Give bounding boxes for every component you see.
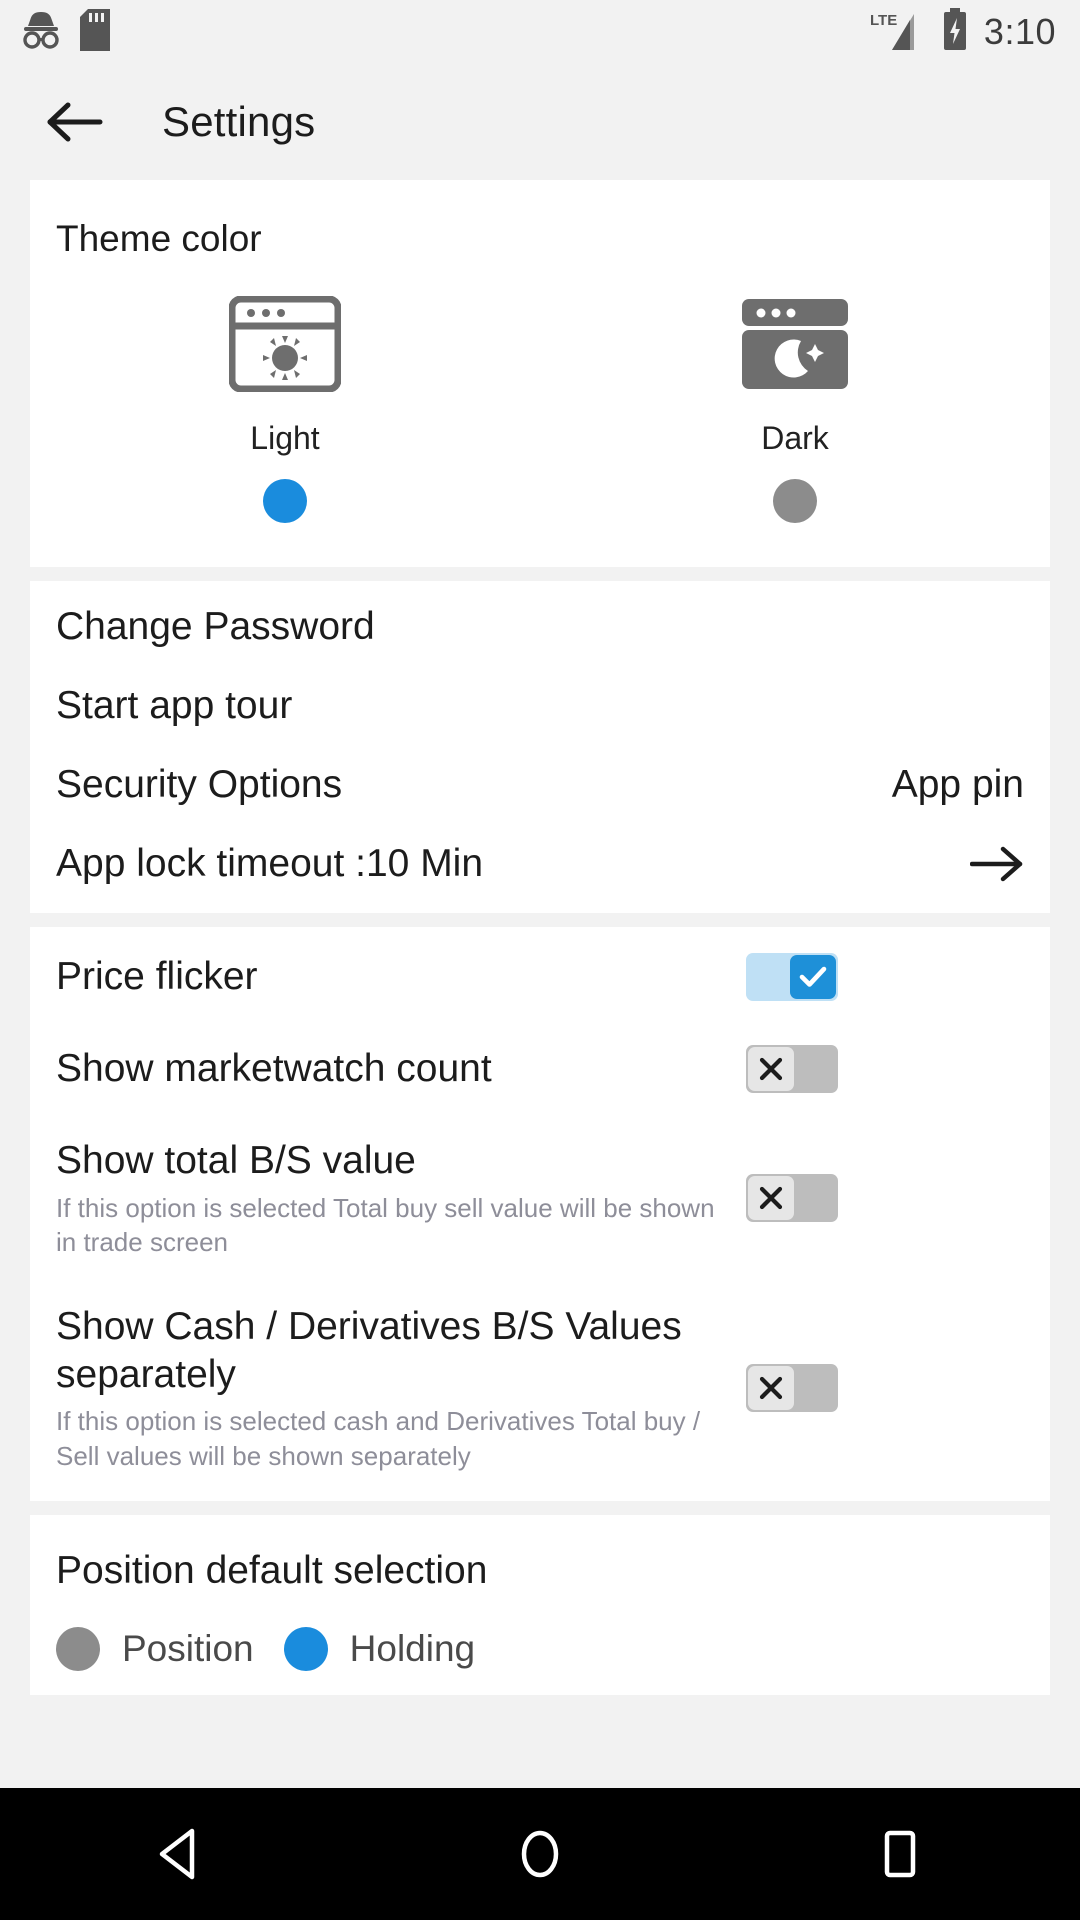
toggle-row-price-flicker[interactable]: Price flicker xyxy=(30,931,1050,1023)
settings-screen: LTE 3:10 Settings Theme color Light Dark… xyxy=(0,0,1080,1920)
toggle-show-cash-derivatives-bs-values[interactable] xyxy=(746,1364,838,1413)
lte-signal-icon: LTE xyxy=(870,10,932,54)
position-radio-position[interactable] xyxy=(56,1626,100,1671)
list-item-label: Start app tour xyxy=(56,683,293,727)
toggle-show-marketwatch-count[interactable] xyxy=(746,1045,838,1093)
check-icon xyxy=(790,955,836,999)
recents-nav-button[interactable] xyxy=(820,1804,980,1904)
toggle-row-show-marketwatch-count[interactable]: Show marketwatch count xyxy=(30,1023,1050,1115)
position-default-selection-card: Position default selection Position Hold… xyxy=(30,1514,1050,1695)
close-icon xyxy=(748,1366,794,1411)
theme-option-label: Dark xyxy=(761,420,829,456)
theme-radio-light[interactable] xyxy=(263,479,307,523)
toggle-text-block: Show total B/S value If this option is s… xyxy=(56,1137,746,1259)
battery-charging-icon xyxy=(942,7,968,57)
toggle-title: Show total B/S value xyxy=(56,1139,416,1182)
status-bar-clock: 3:10 xyxy=(983,11,1056,52)
position-option-position[interactable]: Position xyxy=(56,1626,254,1671)
svg-text:LTE: LTE xyxy=(870,12,897,29)
position-default-heading: Position default selection xyxy=(56,1548,488,1592)
chevron-right-arrow-icon xyxy=(970,843,1024,885)
settings-scroll-area[interactable]: Theme color Light Dark Change Password S… xyxy=(0,180,1080,1920)
toggle-subtitle: If this option is selected Total buy sel… xyxy=(56,1192,715,1257)
position-default-options: Position Holding xyxy=(30,1593,1050,1671)
position-option-label: Position xyxy=(122,1627,254,1669)
close-icon xyxy=(748,1047,794,1091)
list-item-security-options[interactable]: Security Options App pin xyxy=(30,745,1050,824)
close-icon xyxy=(748,1176,794,1221)
app-bar: Settings xyxy=(0,64,1080,180)
light-theme-window-icon xyxy=(228,295,342,393)
security-options-value: App pin xyxy=(891,762,1024,806)
square-recents-icon xyxy=(884,1830,916,1878)
theme-option-label: Light xyxy=(250,420,320,456)
list-item-label: Security Options xyxy=(56,762,343,806)
toggle-row-show-total-bs-value[interactable]: Show total B/S value If this option is s… xyxy=(30,1115,1050,1281)
back-nav-button[interactable] xyxy=(100,1804,260,1904)
android-navigation-bar xyxy=(0,1788,1080,1920)
incognito-icon xyxy=(18,10,64,55)
home-nav-button[interactable] xyxy=(460,1804,620,1904)
toggle-subtitle: If this option is selected cash and Deri… xyxy=(56,1406,701,1471)
theme-option-dark[interactable]: Dark xyxy=(540,296,1050,523)
status-bar-right-icons: LTE 3:10 xyxy=(870,7,1056,57)
toggle-row-show-cash-derivatives-bs-values[interactable]: Show Cash / Derivatives B/S Values separ… xyxy=(30,1281,1050,1495)
position-option-holding[interactable]: Holding xyxy=(283,1626,476,1671)
general-settings-card: Change Password Start app tour Security … xyxy=(30,581,1050,913)
toggle-price-flicker[interactable] xyxy=(746,953,838,1001)
display-options-card: Price flicker Show marketwatch count Sho… xyxy=(30,927,1050,1501)
status-bar-left-icons xyxy=(18,8,110,56)
toggle-title: Show Cash / Derivatives B/S Values separ… xyxy=(56,1305,682,1396)
toggle-text-block: Show Cash / Derivatives B/S Values separ… xyxy=(56,1303,746,1473)
theme-color-card: Theme color Light Dark xyxy=(30,180,1050,567)
page-title: Settings xyxy=(162,98,316,145)
toggle-show-total-bs-value[interactable] xyxy=(746,1174,838,1223)
toggle-title: Show marketwatch count xyxy=(56,1047,492,1091)
toggle-text-block: Price flicker xyxy=(56,953,746,1001)
list-item-label: Change Password xyxy=(56,604,375,648)
position-option-label: Holding xyxy=(349,1627,476,1669)
list-item-label: App lock timeout :10 Min xyxy=(56,841,484,885)
list-item-start-app-tour[interactable]: Start app tour xyxy=(30,666,1050,745)
dark-theme-window-icon xyxy=(739,296,851,392)
theme-color-heading: Theme color xyxy=(56,218,262,259)
triangle-back-icon xyxy=(159,1828,195,1880)
position-radio-holding[interactable] xyxy=(283,1626,328,1671)
circle-home-icon xyxy=(521,1830,559,1878)
theme-radio-dark[interactable] xyxy=(773,479,817,523)
theme-option-light[interactable]: Light xyxy=(30,295,540,523)
back-arrow-icon xyxy=(47,102,103,142)
list-item-change-password[interactable]: Change Password xyxy=(30,587,1050,666)
toggle-text-block: Show marketwatch count xyxy=(56,1045,746,1093)
toggle-title: Price flicker xyxy=(56,955,258,999)
status-bar: LTE 3:10 xyxy=(0,0,1080,64)
back-button[interactable] xyxy=(38,86,110,158)
sd-card-icon xyxy=(80,8,110,56)
theme-options-row: Light Dark xyxy=(30,295,1050,523)
list-item-app-lock-timeout[interactable]: App lock timeout :10 Min xyxy=(30,824,1050,903)
